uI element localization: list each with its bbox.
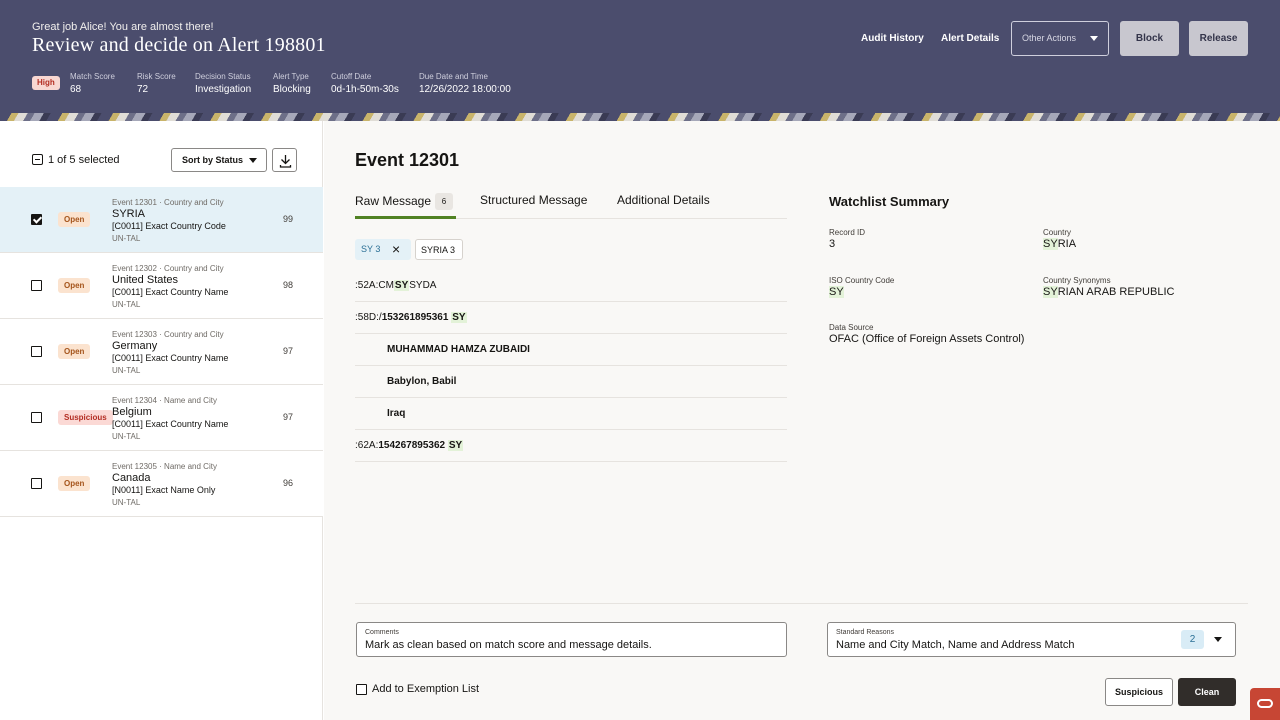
watchlist-title: Watchlist Summary: [829, 194, 950, 209]
event-title: Event 12301: [355, 150, 460, 170]
comments-field[interactable]: Comments Mark as clean based on match sc…: [356, 622, 787, 657]
country-label: Country: [1043, 228, 1072, 237]
meta-match-score: Match Score 68: [70, 72, 115, 95]
event-score: 96: [283, 478, 294, 488]
event-name: Canada: [112, 472, 151, 484]
meta-decision-status: Decision Status Investigation: [195, 72, 252, 95]
message-line: :58D:/153261895361 SY: [355, 302, 787, 334]
event-code: [C0011] Exact Country Name: [112, 353, 229, 363]
event-meta: Event 12302 · Country and City: [112, 264, 224, 273]
event-code: [N0011] Exact Name Only: [112, 485, 216, 495]
message-line: :52A:CMSYSYDA: [355, 270, 787, 302]
active-tab-indicator: [355, 216, 456, 219]
decorative-banner: [0, 113, 1280, 121]
page-title: Review and decide on Alert 198801: [32, 34, 326, 56]
block-button[interactable]: Block: [1120, 21, 1179, 56]
event-list-source: UN-TAL: [112, 498, 141, 507]
filter-chip-syria[interactable]: SYRIA 3: [415, 239, 463, 260]
event-score: 99: [283, 214, 294, 224]
event-name: Germany: [112, 340, 158, 352]
suspicious-button[interactable]: Suspicious: [1105, 678, 1173, 706]
chevron-down-icon[interactable]: [1214, 637, 1222, 642]
country-value: SYRIA: [1043, 238, 1077, 250]
row-checkbox[interactable]: [31, 214, 42, 225]
select-all-checkbox[interactable]: [32, 154, 43, 165]
event-score: 97: [283, 412, 294, 422]
message-line: Babylon, Babil: [355, 366, 787, 398]
release-button[interactable]: Release: [1189, 21, 1248, 56]
oracle-assistant-icon[interactable]: [1250, 688, 1280, 720]
meta-cutoff-date: Cutoff Date 0d-1h-50m-30s: [331, 72, 399, 95]
chevron-down-icon: [1090, 36, 1098, 41]
alert-details-link[interactable]: Alert Details: [941, 33, 999, 44]
iso-code-label: ISO Country Code: [829, 276, 895, 285]
meta-risk-score: Risk Score 72: [137, 72, 176, 95]
event-meta: Event 12301 · Country and City: [112, 198, 224, 207]
list-item[interactable]: Open Event 12302 · Country and City Unit…: [0, 253, 323, 319]
event-name: Belgium: [112, 406, 152, 418]
tab-structured-message[interactable]: Structured Message: [480, 193, 587, 207]
tab-additional-details[interactable]: Additional Details: [617, 193, 710, 207]
chevron-down-icon: [249, 158, 257, 163]
status-badge: Suspicious: [58, 410, 113, 425]
message-line: Iraq: [355, 398, 787, 430]
status-badge: Open: [58, 212, 91, 227]
meta-alert-type: Alert Type Blocking: [273, 72, 311, 95]
selection-count: 1 of 5 selected: [48, 154, 120, 166]
status-badge: Open: [58, 476, 91, 491]
country-synonyms-label: Country Synonyms: [1043, 276, 1111, 285]
country-synonyms-value: SYRIAN ARAB REPUBLIC: [1043, 286, 1175, 298]
row-checkbox[interactable]: [31, 412, 42, 423]
message-line: :62A:154267895362 SY: [355, 430, 787, 462]
data-source-label: Data Source: [829, 323, 874, 332]
iso-code-value: SY: [829, 286, 844, 298]
standard-reasons-select[interactable]: Standard Reasons Name and City Match, Na…: [827, 622, 1236, 657]
close-icon[interactable]: ×: [392, 239, 400, 260]
list-item[interactable]: Open Event 12305 · Name and City Canada …: [0, 451, 323, 517]
status-badge: Open: [58, 344, 91, 359]
event-list-source: UN-TAL: [112, 234, 141, 243]
other-actions-dropdown[interactable]: Other Actions: [1011, 21, 1109, 56]
event-code: [C0011] Exact Country Name: [112, 287, 229, 297]
exemption-label[interactable]: Add to Exemption List: [372, 683, 479, 695]
event-list-source: UN-TAL: [112, 432, 141, 441]
event-name: SYRIA: [112, 208, 146, 220]
greeting-text: Great job Alice! You are almost there!: [32, 21, 214, 33]
meta-due-date: Due Date and Time 12/26/2022 18:00:00: [419, 72, 511, 95]
event-meta: Event 12305 · Name and City: [112, 462, 217, 471]
row-checkbox[interactable]: [31, 346, 42, 357]
clean-button[interactable]: Clean: [1178, 678, 1236, 706]
event-code: [C0011] Exact Country Code: [112, 221, 226, 231]
form-divider: [355, 603, 1248, 604]
event-meta: Event 12304 · Name and City: [112, 396, 217, 405]
list-item[interactable]: Open Event 12301 · Country and City SYRI…: [0, 187, 323, 253]
download-icon: [279, 155, 292, 168]
message-line: MUHAMMAD HAMZA ZUBAIDI: [355, 334, 787, 366]
list-item[interactable]: Suspicious Event 12304 · Name and City B…: [0, 385, 323, 451]
event-score: 98: [283, 280, 294, 290]
tab-count-badge: 6: [435, 193, 454, 210]
event-score: 97: [283, 346, 294, 356]
priority-badge: High: [32, 76, 60, 90]
event-code: [C0011] Exact Country Name: [112, 419, 229, 429]
data-source-value: OFAC (Office of Foreign Assets Control): [829, 333, 1025, 345]
list-item[interactable]: Open Event 12303 · Country and City Germ…: [0, 319, 323, 385]
record-id-label: Record ID: [829, 228, 866, 237]
reasons-count-badge: 2: [1181, 630, 1204, 649]
event-list-source: UN-TAL: [112, 300, 141, 309]
status-badge: Open: [58, 278, 91, 293]
filter-chip-sy[interactable]: SY 3 ×: [355, 239, 411, 260]
row-checkbox[interactable]: [31, 478, 42, 489]
event-name: United States: [112, 274, 179, 286]
download-button[interactable]: [272, 148, 297, 172]
record-id-value: 3: [829, 238, 836, 250]
tab-raw-message[interactable]: Raw Message 6: [355, 193, 454, 210]
event-meta: Event 12303 · Country and City: [112, 330, 224, 339]
exemption-checkbox[interactable]: [356, 684, 367, 695]
event-list-source: UN-TAL: [112, 366, 141, 375]
sort-dropdown[interactable]: Sort by Status: [171, 148, 267, 172]
alert-header: Great job Alice! You are almost there! R…: [0, 0, 1280, 113]
row-checkbox[interactable]: [31, 280, 42, 291]
audit-history-link[interactable]: Audit History: [861, 33, 924, 44]
